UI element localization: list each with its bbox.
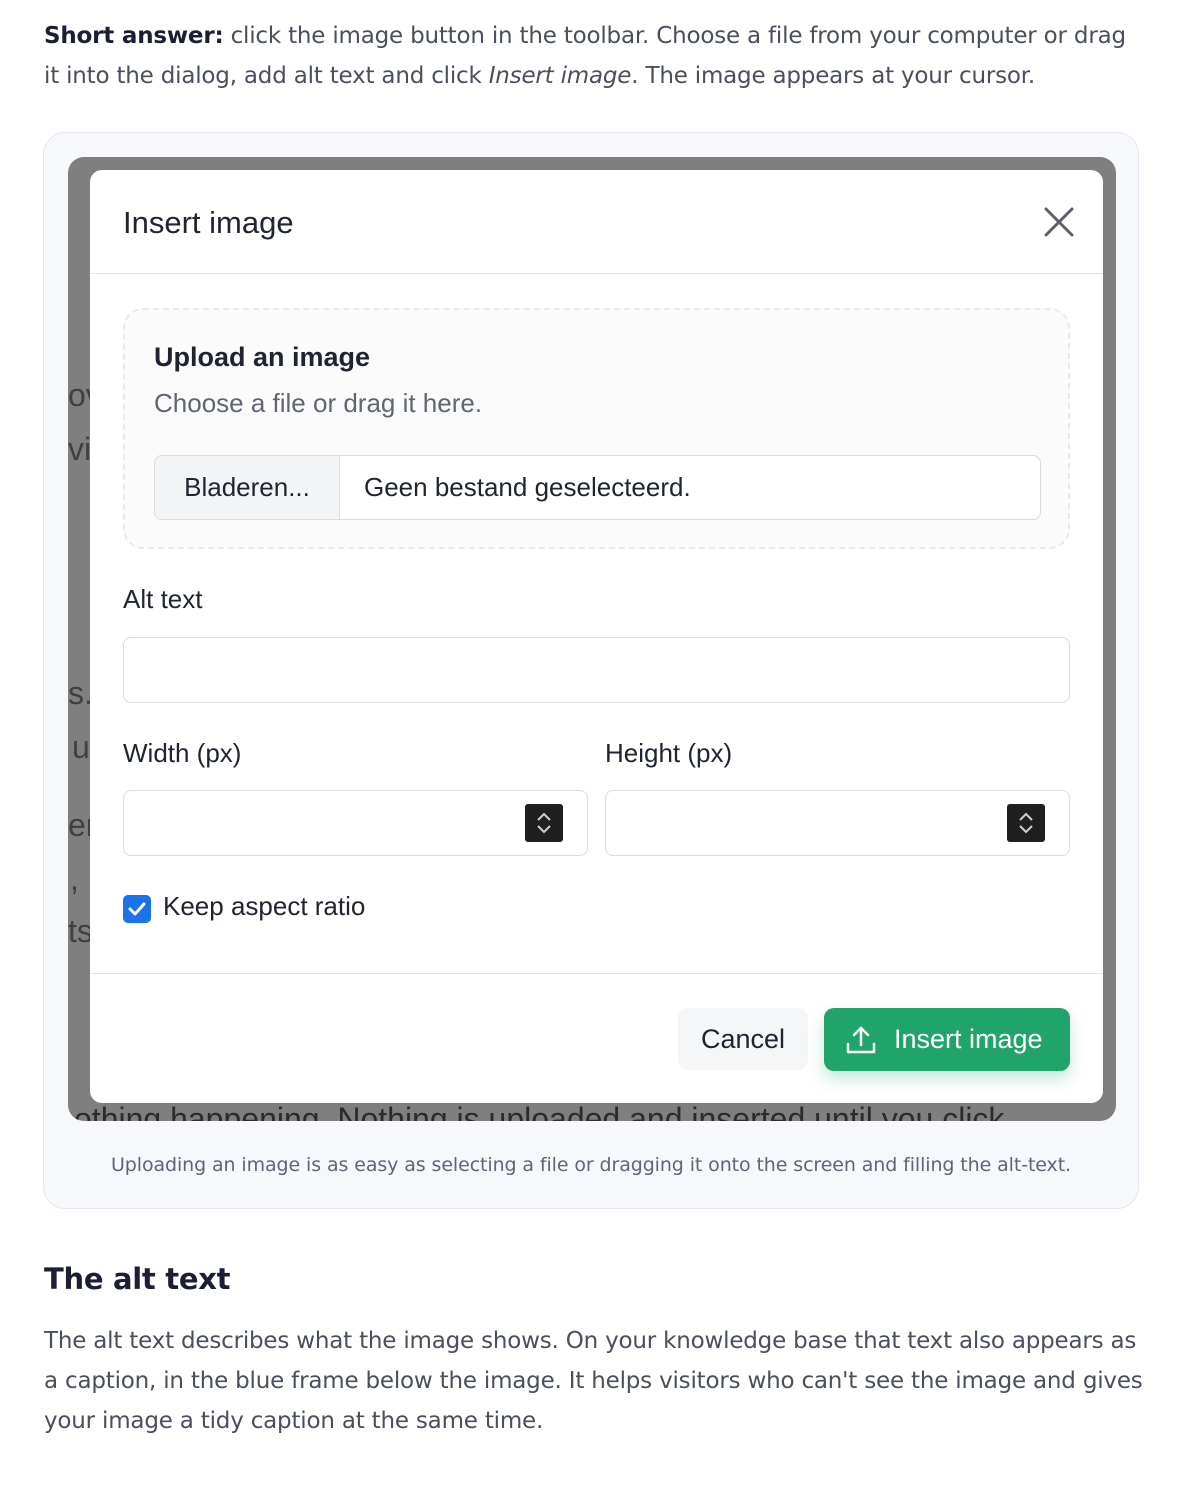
width-input[interactable] [123, 790, 588, 856]
upload-title: Upload an image [154, 342, 371, 372]
dialog-title: Insert image [123, 205, 294, 240]
dialog-header: Insert image [90, 170, 1103, 274]
cancel-button[interactable]: Cancel [678, 1008, 808, 1070]
spinner-chevrons-icon [1019, 812, 1033, 834]
close-icon [1044, 207, 1074, 237]
checkmark-icon [128, 902, 146, 916]
keep-aspect-label[interactable]: Keep aspect ratio [163, 891, 365, 922]
background-text-fragment: vi [68, 431, 92, 467]
insert-image-dialog: Insert image Upload an image Choose a fi… [90, 170, 1103, 1103]
screenshot-figure: ov vi s. u er , ts othing happening. Not… [43, 132, 1139, 1209]
width-label: Width (px) [123, 738, 242, 768]
intro-emphasis: Insert image [488, 63, 632, 89]
intro-text-after: . The image appears at your cursor. [631, 63, 1036, 89]
intro-lead: Short answer: [44, 23, 224, 49]
close-button[interactable] [1041, 204, 1077, 240]
alt-text-label: Alt text [123, 584, 203, 614]
intro-paragraph: Short answer: click the image button in … [44, 16, 1144, 96]
background-text-fragment: , [70, 861, 79, 897]
dialog-screenshot: ov vi s. u er , ts othing happening. Not… [68, 157, 1116, 1121]
keep-aspect-checkbox[interactable] [123, 895, 151, 923]
insert-image-label: Insert image [894, 1024, 1043, 1054]
height-input[interactable] [605, 790, 1070, 856]
width-spinner[interactable] [525, 804, 563, 842]
browse-button[interactable]: Bladeren... [155, 456, 340, 519]
alt-text-input[interactable] [123, 637, 1070, 703]
upload-dropzone[interactable]: Upload an image Choose a file or drag it… [123, 308, 1070, 549]
figure-caption: Uploading an image is as easy as selecti… [111, 1154, 1071, 1176]
upload-hint: Choose a file or drag it here. [154, 388, 483, 418]
section-body: The alt text describes what the image sh… [44, 1328, 1143, 1434]
insert-image-button[interactable]: Insert image [824, 1008, 1070, 1071]
upload-icon [846, 1026, 876, 1054]
section-heading: The alt text [44, 1262, 231, 1296]
background-text-fragment: u [72, 729, 90, 765]
height-spinner[interactable] [1007, 804, 1045, 842]
background-bottom-text: othing happening. Nothing is uploaded an… [74, 1101, 1005, 1121]
file-status: Geen bestand geselecteerd. [364, 472, 691, 502]
dialog-footer: Cancel Insert image [90, 973, 1103, 1103]
spinner-chevrons-icon [537, 812, 551, 834]
height-label: Height (px) [605, 738, 733, 768]
file-input[interactable]: Bladeren... Geen bestand geselecteerd. [154, 455, 1041, 520]
